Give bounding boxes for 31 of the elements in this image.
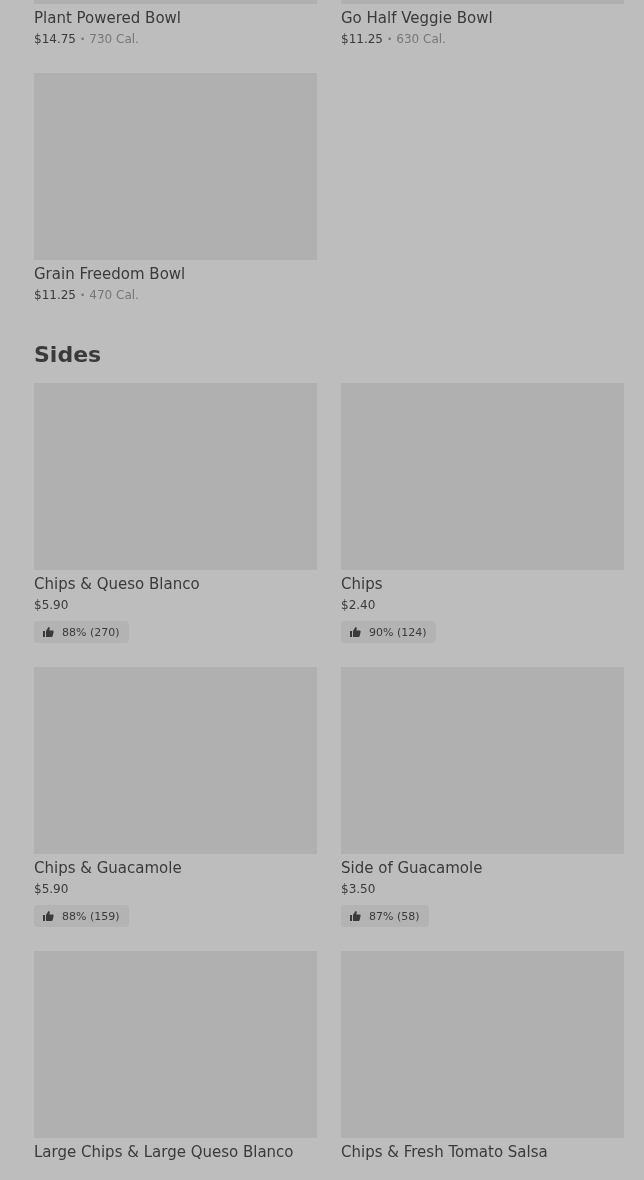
- thumbs-up-icon: [349, 626, 361, 638]
- item-name: Chips & Queso Blanco: [34, 574, 201, 594]
- rating-badge: 87% (58): [341, 905, 429, 927]
- section-heading: Sides: [34, 341, 103, 369]
- item-calories: 470 Cal.: [89, 287, 139, 304]
- item-name: Grain Freedom Bowl: [34, 264, 187, 284]
- item-name: Chips & Fresh Tomato Salsa: [341, 1142, 549, 1162]
- separator-dot: •: [80, 289, 86, 302]
- separator-dot: •: [387, 33, 393, 46]
- item-name: Side of Guacamole: [341, 858, 484, 878]
- rating-badge: 88% (159): [34, 905, 129, 927]
- item-calories: 730 Cal.: [89, 31, 139, 48]
- item-price: $11.25: [34, 287, 76, 304]
- item-price: $5.90: [34, 597, 69, 614]
- rating-badge: 90% (124): [341, 621, 436, 643]
- item-name: Chips & Guacamole: [34, 858, 183, 878]
- item-name: Large Chips & Large Queso Blanco: [34, 1142, 295, 1162]
- item-price: $3.50: [341, 881, 376, 898]
- rating-badge: 88% (270): [34, 621, 129, 643]
- item-price: $5.90: [34, 881, 69, 898]
- item-name: Chips: [341, 574, 384, 594]
- item-price: $2.40: [341, 597, 376, 614]
- item-price: $14.75: [34, 31, 76, 48]
- separator-dot: •: [80, 33, 86, 46]
- item-calories: 630 Cal.: [396, 31, 446, 48]
- thumbs-up-icon: [42, 626, 54, 638]
- thumbs-up-icon: [349, 910, 361, 922]
- thumbs-up-icon: [42, 910, 54, 922]
- item-price: $11.25: [341, 31, 383, 48]
- item-name: Go Half Veggie Bowl: [341, 8, 494, 28]
- item-name: Plant Powered Bowl: [34, 8, 182, 28]
